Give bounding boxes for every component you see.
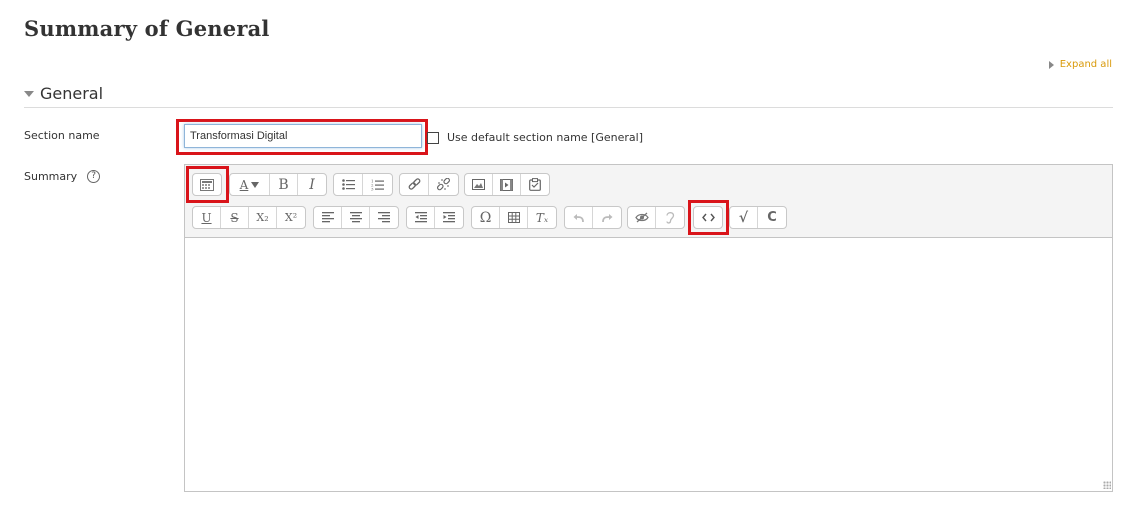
toolbar-group-lists: 123 xyxy=(333,173,393,196)
manage-files-button[interactable] xyxy=(521,174,549,195)
italic-icon: I xyxy=(309,176,315,193)
italic-button[interactable]: I xyxy=(298,174,326,195)
font-style-icon: A xyxy=(240,178,260,192)
align-center-icon xyxy=(349,212,362,223)
strikethrough-button[interactable]: S xyxy=(221,207,249,228)
clear-formatting-button[interactable]: Tₓ xyxy=(528,207,556,228)
image-button[interactable] xyxy=(465,174,493,195)
superscript-icon: X² xyxy=(284,211,298,224)
svg-text:3: 3 xyxy=(371,186,374,191)
unlink-button[interactable] xyxy=(429,174,458,195)
outdent-button[interactable] xyxy=(407,207,435,228)
media-button[interactable] xyxy=(493,174,521,195)
toolbar-group-format: U S X₂ X² xyxy=(192,206,306,229)
link-icon xyxy=(408,178,420,190)
unordered-list-icon xyxy=(341,179,355,190)
use-default-checkbox[interactable] xyxy=(427,132,439,144)
summary-label: Summary xyxy=(24,170,78,183)
use-default-label: Use default section name [General] xyxy=(447,131,643,144)
section-header-general[interactable]: General xyxy=(24,80,1113,108)
equation-icon: √ xyxy=(738,209,749,226)
expand-all-link[interactable]: Expand all xyxy=(1048,59,1112,70)
expand-all-label: Expand all xyxy=(1059,59,1112,70)
ordered-list-button[interactable]: 123 xyxy=(363,174,392,195)
unordered-list-button[interactable] xyxy=(334,174,363,195)
image-icon xyxy=(472,179,485,190)
align-center-button[interactable] xyxy=(342,207,370,228)
unlink-icon xyxy=(437,178,450,191)
toolbar-group-align xyxy=(313,206,399,229)
toolbar-group-accessibility xyxy=(627,206,685,229)
outdent-icon xyxy=(414,212,427,223)
strikethrough-icon: S xyxy=(230,210,239,225)
screenreader-helper-button[interactable] xyxy=(656,207,684,228)
toggle-toolbar-highlight xyxy=(186,166,229,203)
link-button[interactable] xyxy=(400,174,429,195)
table-icon xyxy=(507,212,520,223)
redo-button[interactable] xyxy=(593,207,621,228)
indent-button[interactable] xyxy=(435,207,463,228)
subscript-button[interactable]: X₂ xyxy=(249,207,277,228)
undo-icon xyxy=(573,213,584,222)
section-name-label: Section name xyxy=(24,129,100,142)
section-name-input[interactable] xyxy=(184,124,422,148)
special-chars-button[interactable]: Ω xyxy=(472,207,500,228)
bold-button[interactable]: B xyxy=(270,174,298,195)
align-left-icon xyxy=(321,212,334,223)
accessibility-checker-button[interactable] xyxy=(628,207,656,228)
toolbar-group-style: A B I xyxy=(229,173,327,196)
bold-icon: B xyxy=(278,176,289,193)
indent-icon xyxy=(443,212,455,223)
html-source-highlight xyxy=(688,200,729,235)
section-title: General xyxy=(40,84,104,103)
special-chars-icon: Ω xyxy=(479,209,492,226)
superscript-button[interactable]: X² xyxy=(277,207,305,228)
equation-button[interactable]: √ xyxy=(730,207,758,228)
toolbar-group-media xyxy=(464,173,550,196)
table-button[interactable] xyxy=(500,207,528,228)
expand-arrow-icon xyxy=(1048,60,1054,69)
underline-button[interactable]: U xyxy=(193,207,221,228)
chemistry-button[interactable]: C xyxy=(758,207,786,228)
subscript-icon: X₂ xyxy=(256,211,269,224)
toolbar-group-math: √ C xyxy=(729,206,787,229)
resize-handle-icon[interactable] xyxy=(1103,481,1111,489)
align-right-icon xyxy=(378,212,390,223)
toolbar-group-insert: Ω Tₓ xyxy=(471,206,557,229)
align-left-button[interactable] xyxy=(314,207,342,228)
clear-formatting-icon: Tₓ xyxy=(535,210,549,225)
undo-button[interactable] xyxy=(565,207,593,228)
accessibility-checker-icon xyxy=(634,212,649,223)
media-icon xyxy=(500,178,513,191)
font-style-button[interactable]: A xyxy=(230,174,270,195)
redo-icon xyxy=(602,213,613,222)
collapse-arrow-icon xyxy=(24,91,34,97)
toolbar-group-history xyxy=(564,206,622,229)
manage-files-icon xyxy=(529,178,541,191)
underline-icon: U xyxy=(201,210,212,225)
help-icon[interactable]: ? xyxy=(87,170,101,183)
page-title: Summary of General xyxy=(24,16,270,41)
chemistry-icon: C xyxy=(767,210,777,225)
screenreader-helper-icon xyxy=(666,212,675,224)
align-right-button[interactable] xyxy=(370,207,398,228)
editor-content-area[interactable] xyxy=(185,239,1112,491)
ordered-list-icon: 123 xyxy=(371,179,384,191)
summary-label-row: Summary ? xyxy=(24,170,101,183)
toolbar-group-links xyxy=(399,173,459,196)
toolbar-group-indent xyxy=(406,206,464,229)
